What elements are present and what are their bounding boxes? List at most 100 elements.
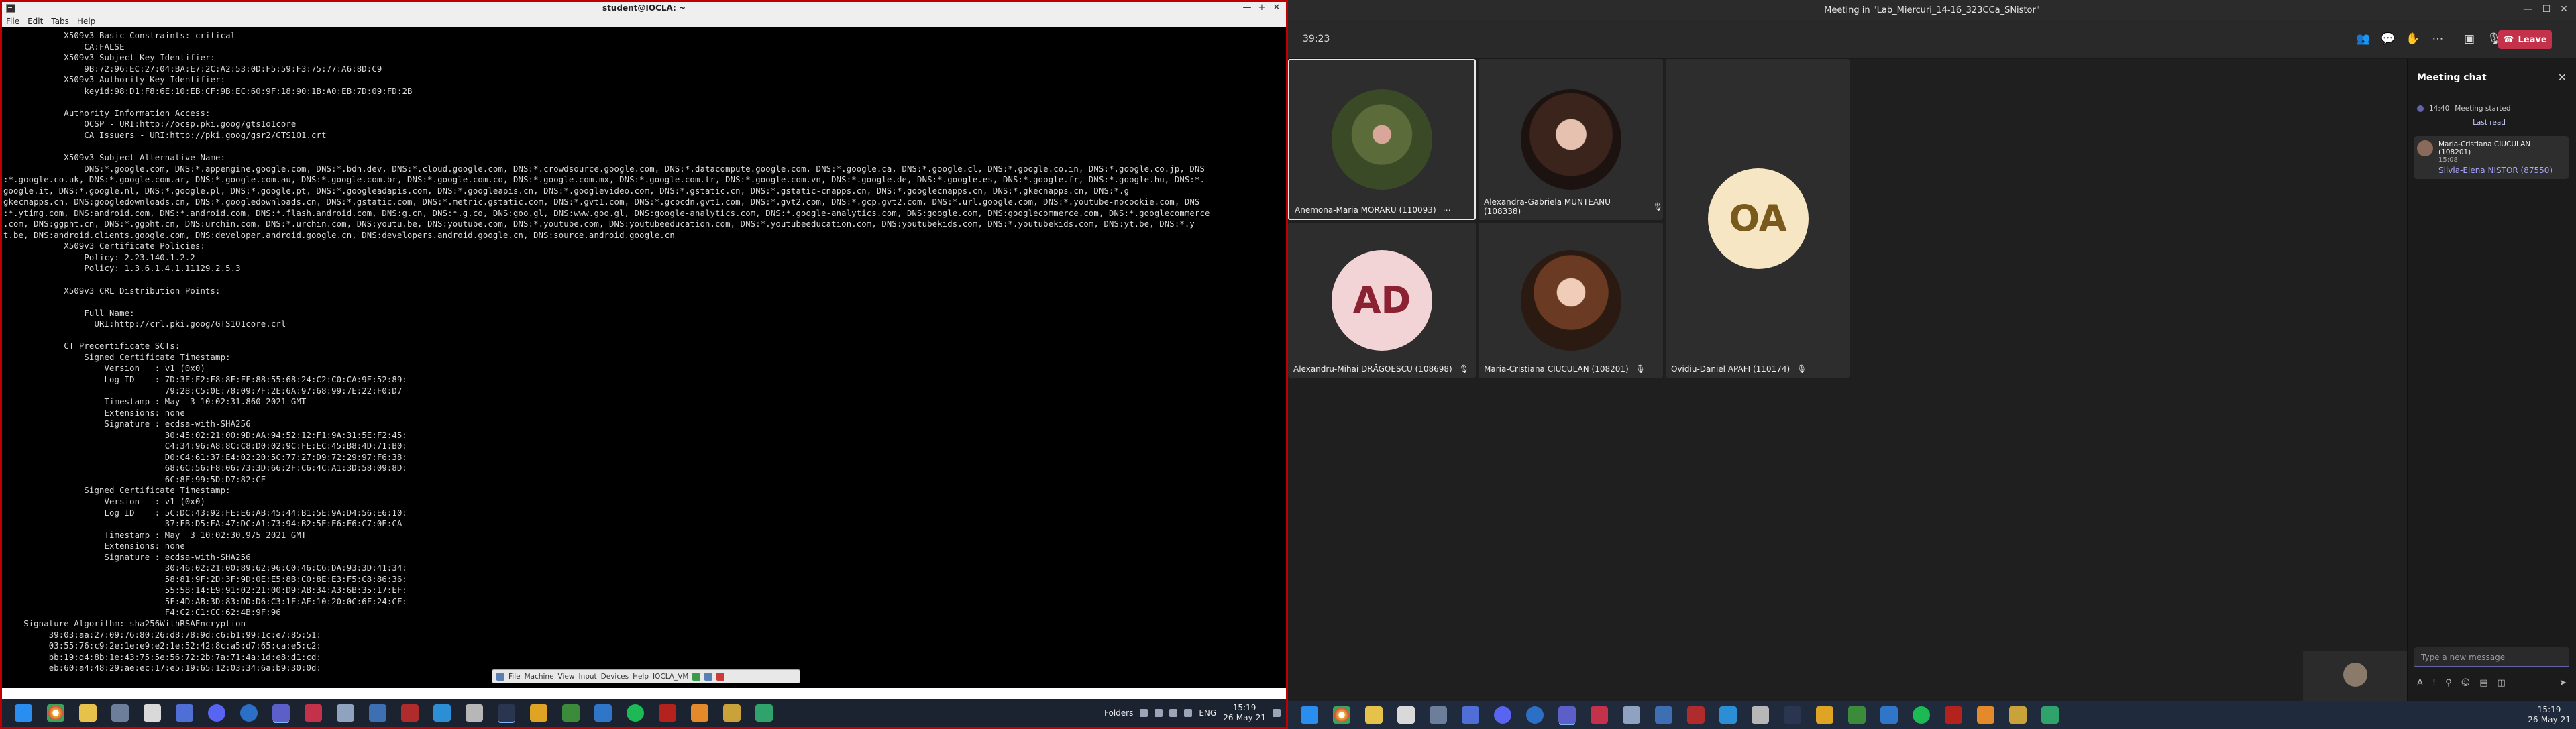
message-compose-input[interactable]: Type a new message xyxy=(2414,647,2569,667)
message-mention[interactable]: Silvia-Elena NISTOR (87550) xyxy=(2438,166,2563,175)
app-icon-7[interactable] xyxy=(1655,706,1672,724)
self-preview[interactable] xyxy=(2303,651,2407,701)
more-options-icon[interactable]: ⋯ xyxy=(1443,205,1451,215)
app-icon-15[interactable] xyxy=(1977,706,1994,724)
app-icon-17[interactable] xyxy=(2041,706,2059,724)
volume-icon[interactable] xyxy=(1169,709,1178,717)
app-icon-13[interactable] xyxy=(1880,706,1898,724)
close-chat-icon[interactable]: ✕ xyxy=(2558,71,2567,84)
taskbar-clock[interactable]: 15:19 26-May-21 xyxy=(1223,703,1266,723)
teams-icon[interactable] xyxy=(272,704,290,722)
vbox-close-icon[interactable] xyxy=(716,672,725,681)
app-icon-12[interactable] xyxy=(1848,706,1866,724)
battery-icon[interactable] xyxy=(1184,709,1193,717)
app-icon-6[interactable] xyxy=(337,704,354,722)
terminal-task-icon[interactable] xyxy=(498,704,515,722)
folders-toolbar[interactable]: Folders xyxy=(1104,708,1133,718)
app-icon-11[interactable] xyxy=(1816,706,1833,724)
maximize-icon[interactable]: ☐ xyxy=(2538,4,2555,15)
notification-icon[interactable] xyxy=(1273,709,1281,717)
participant-tile[interactable]: Anemona-Maria MORARU (110093) ⋯ xyxy=(1288,59,1476,220)
participant-tile[interactable]: Alexandra-Gabriela MUNTEANU (108338) 🎙 xyxy=(1479,59,1663,220)
app-icon-2[interactable] xyxy=(1430,706,1447,724)
file-explorer-icon[interactable] xyxy=(1365,706,1383,724)
app-icon-3[interactable] xyxy=(176,704,193,722)
gif-icon[interactable]: ▤ xyxy=(2479,678,2487,691)
camera-off-icon[interactable]: ▣ xyxy=(2462,32,2477,46)
chat-message[interactable]: Maria-Cristiana CIUCULAN (108201) 15:08 … xyxy=(2414,136,2569,179)
app-icon-4[interactable] xyxy=(1526,706,1544,724)
app-icon-1[interactable] xyxy=(111,704,129,722)
app-icon-16[interactable] xyxy=(2009,706,2027,724)
maximize-icon[interactable]: + xyxy=(1255,3,1269,13)
app-icon-14[interactable] xyxy=(1945,706,1962,724)
participants-icon[interactable]: 👥 xyxy=(2356,32,2371,46)
vbox-menu-machine[interactable]: Machine xyxy=(525,673,554,681)
more-actions-icon[interactable]: ⋯ xyxy=(2430,32,2445,46)
menu-file[interactable]: File xyxy=(6,17,19,26)
windows-start-icon[interactable] xyxy=(1301,706,1318,724)
leave-button[interactable]: ☎ Leave xyxy=(2498,30,2552,49)
app-icon-9[interactable] xyxy=(433,704,451,722)
terminal-task-icon[interactable] xyxy=(1784,706,1801,724)
priority-icon[interactable]: ! xyxy=(2432,678,2436,691)
app-icon-14[interactable] xyxy=(659,704,676,722)
app-icon-17[interactable] xyxy=(755,704,773,722)
participant-tile[interactable]: Maria-Cristiana CIUCULAN (108201) 🎙 xyxy=(1479,223,1663,378)
vbox-minimize-icon[interactable] xyxy=(704,672,713,681)
spotify-icon[interactable] xyxy=(1913,706,1930,724)
app-icon-10[interactable] xyxy=(466,704,483,722)
send-icon[interactable]: ➤ xyxy=(2559,678,2567,691)
app-icon-11[interactable] xyxy=(530,704,547,722)
vbox-menu-devices[interactable]: Devices xyxy=(601,673,629,681)
close-icon[interactable]: ✕ xyxy=(2556,4,2572,15)
vbox-restore-icon[interactable] xyxy=(692,672,701,681)
network-icon[interactable] xyxy=(1155,709,1163,717)
chrome-icon[interactable] xyxy=(1333,706,1350,724)
teams-icon[interactable] xyxy=(1558,706,1576,724)
vbox-menu-file[interactable]: File xyxy=(508,673,521,681)
app-icon-9[interactable] xyxy=(1719,706,1737,724)
app-icon-10[interactable] xyxy=(1752,706,1769,724)
minimize-icon[interactable]: — xyxy=(1240,3,1254,13)
app-icon-8[interactable] xyxy=(401,704,419,722)
chat-icon[interactable]: 💬 xyxy=(2381,32,2396,46)
spotify-icon[interactable] xyxy=(627,704,644,722)
menu-edit[interactable]: Edit xyxy=(28,17,43,26)
discord-icon[interactable] xyxy=(208,704,225,722)
discord-icon[interactable] xyxy=(1494,706,1511,724)
windows-start-icon[interactable] xyxy=(15,704,32,722)
reactions-icon[interactable]: ✋ xyxy=(2406,32,2420,46)
file-explorer-icon[interactable] xyxy=(79,704,97,722)
vbox-menu-help[interactable]: Help xyxy=(633,673,649,681)
tray-overflow-icon[interactable] xyxy=(1140,709,1148,717)
language-indicator[interactable]: ENG xyxy=(1199,708,1216,718)
close-icon[interactable]: ✕ xyxy=(1270,3,1283,13)
format-icon[interactable]: A̲ xyxy=(2417,678,2423,691)
app-icon-16[interactable] xyxy=(723,704,741,722)
app-icon-8[interactable] xyxy=(1687,706,1705,724)
taskbar-clock[interactable]: 15:19 26-May-21 xyxy=(2528,705,2571,725)
app-icon-6[interactable] xyxy=(1623,706,1640,724)
app-icon-7[interactable] xyxy=(369,704,386,722)
terminal-titlebar[interactable]: student@IOCLA: ~ — + ✕ xyxy=(2,2,1286,15)
app-icon-2[interactable] xyxy=(144,704,161,722)
chrome-icon[interactable] xyxy=(47,704,64,722)
teams-titlebar[interactable]: Meeting in "Lab_Miercuri_14-16_323CCa_SN… xyxy=(1288,0,2576,20)
menu-tabs[interactable]: Tabs xyxy=(51,17,69,26)
attach-icon[interactable]: ⚲ xyxy=(2445,678,2452,691)
app-icon-5[interactable] xyxy=(1591,706,1608,724)
menu-help[interactable]: Help xyxy=(77,17,95,26)
vbox-pin-icon[interactable] xyxy=(496,672,504,681)
app-icon-4[interactable] xyxy=(240,704,258,722)
participant-tile[interactable]: AD Alexandru-Mihai DRĂGOESCU (108698) 🎙 xyxy=(1288,223,1476,378)
minimize-icon[interactable]: — xyxy=(2520,4,2536,15)
app-icon-3[interactable] xyxy=(1462,706,1479,724)
sticker-icon[interactable]: ◫ xyxy=(2498,678,2506,691)
terminal-output[interactable]: X509v3 Basic Constraints: critical CA:FA… xyxy=(2,27,1286,688)
app-icon-5[interactable] xyxy=(305,704,322,722)
vbox-menu-input[interactable]: Input xyxy=(578,673,596,681)
app-icon-1[interactable] xyxy=(1397,706,1415,724)
vbox-menu-view[interactable]: View xyxy=(558,673,575,681)
emoji-icon[interactable]: ☺ xyxy=(2461,678,2471,691)
